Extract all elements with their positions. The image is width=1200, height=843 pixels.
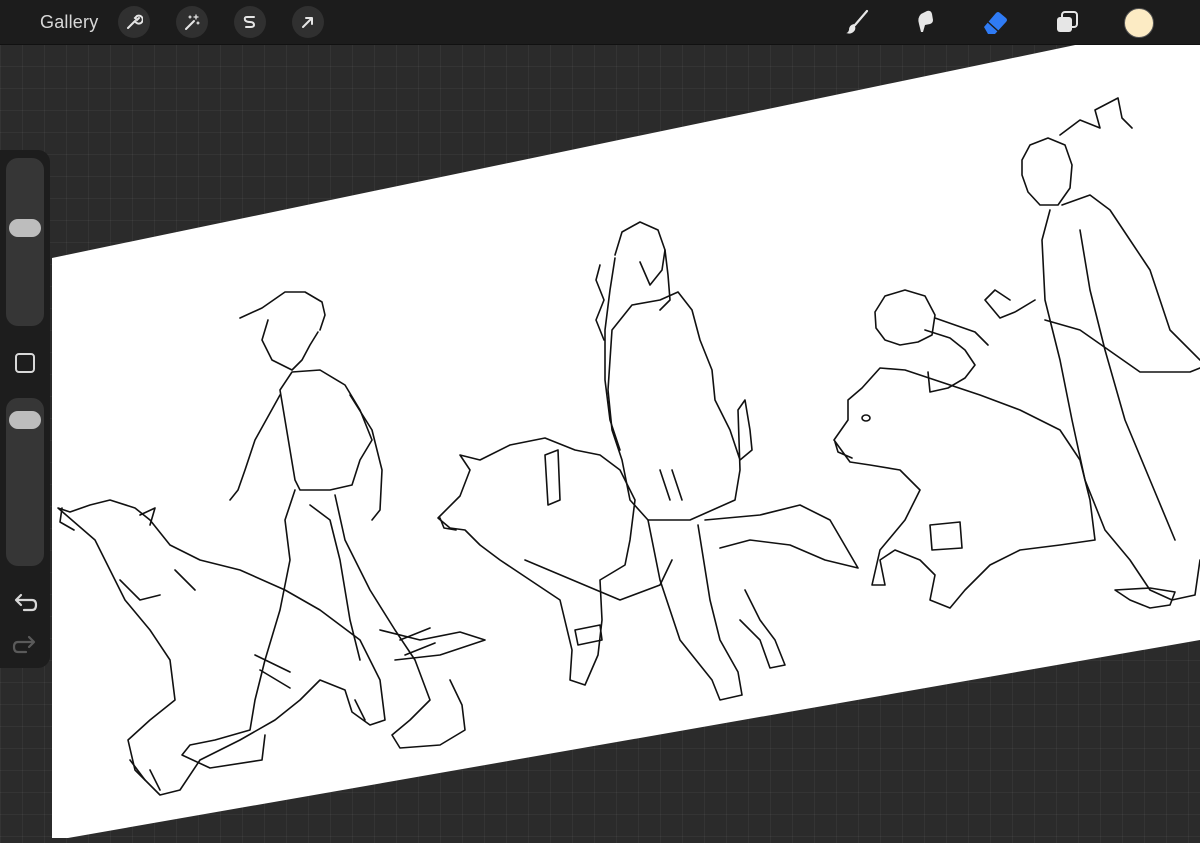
transform-button[interactable] xyxy=(292,6,324,38)
brush-icon xyxy=(846,9,869,34)
layers-button[interactable] xyxy=(1050,6,1084,38)
opacity-handle[interactable] xyxy=(9,410,41,429)
brush-size-slider[interactable] xyxy=(6,158,44,326)
smudge-icon xyxy=(918,10,933,33)
redo-button[interactable] xyxy=(12,634,38,656)
paper[interactable] xyxy=(52,44,1200,838)
modify-button[interactable] xyxy=(14,352,36,374)
magic-wand-icon xyxy=(185,14,200,30)
smudge-tool-button[interactable] xyxy=(908,6,942,38)
eraser-tool-button[interactable] xyxy=(978,6,1012,38)
undo-button[interactable] xyxy=(12,592,38,614)
opacity-slider[interactable] xyxy=(6,398,44,566)
wrench-icon xyxy=(127,14,143,29)
square-icon xyxy=(15,353,35,373)
selection-s-icon xyxy=(243,16,256,28)
canvas-svg[interactable] xyxy=(0,0,1200,838)
actions-button[interactable] xyxy=(118,6,150,38)
gallery-button[interactable]: Gallery xyxy=(40,12,98,33)
adjustments-button[interactable] xyxy=(176,6,208,38)
top-toolbar: Gallery xyxy=(0,0,1200,45)
drawing-canvas[interactable] xyxy=(0,0,1200,838)
arrow-cursor-icon xyxy=(302,17,313,28)
left-sidebar xyxy=(0,150,50,668)
color-picker-button[interactable] xyxy=(1124,8,1154,38)
selection-button[interactable] xyxy=(234,6,266,38)
brush-tool-button[interactable] xyxy=(840,6,874,38)
brush-size-handle[interactable] xyxy=(9,219,41,238)
layers-icon xyxy=(1057,11,1078,32)
eraser-icon xyxy=(984,12,1007,34)
